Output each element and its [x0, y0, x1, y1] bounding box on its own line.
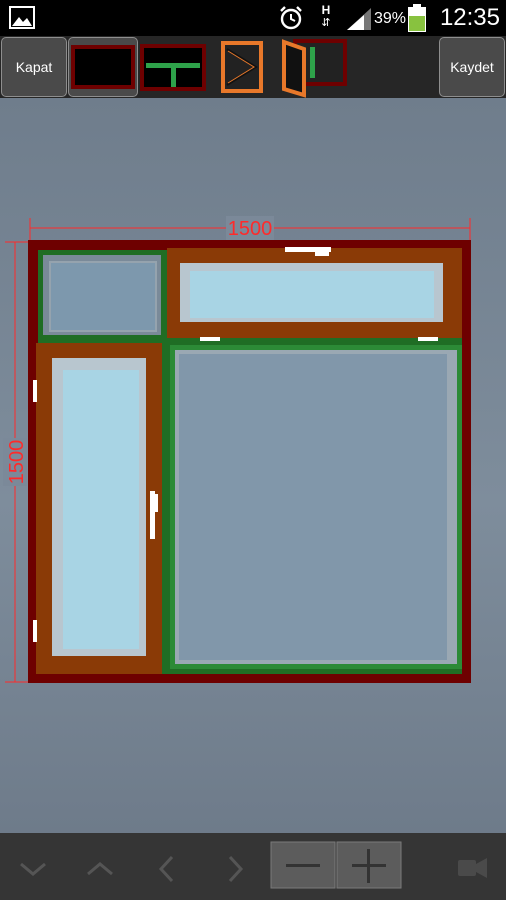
battery-icon	[408, 4, 426, 32]
chevron-up-icon[interactable]	[87, 862, 113, 876]
left-sash[interactable]	[33, 343, 162, 674]
fixed-pane-top-left[interactable]	[43, 255, 161, 335]
close-button[interactable]: Kapat	[1, 37, 67, 97]
mullion-icon	[140, 44, 206, 91]
fixed-pane-large[interactable]	[170, 345, 462, 669]
chevron-left-icon[interactable]	[158, 855, 174, 883]
left-sash-hinge-bottom	[33, 620, 37, 642]
fixed-frame-icon	[71, 45, 135, 89]
width-label: 1500	[228, 218, 273, 240]
clock: 12:35	[439, 4, 500, 31]
height-label: 1500	[6, 440, 28, 485]
alarm-icon	[280, 6, 302, 30]
height-dimension: 1500	[3, 241, 28, 683]
left-sash-hinge-top	[33, 380, 37, 402]
top-sash[interactable]	[167, 247, 462, 341]
top-sash-hinge-right	[418, 337, 438, 341]
zoom-in-button[interactable]	[336, 841, 402, 889]
network-type-label: H	[321, 3, 331, 17]
open-sash-icon	[282, 39, 347, 98]
chevron-right-icon[interactable]	[228, 855, 244, 883]
chevron-down-icon[interactable]	[20, 862, 46, 876]
fixed-frame-tool[interactable]	[68, 37, 138, 97]
top-sash-hinge-left	[200, 337, 220, 341]
mullion-tool[interactable]	[139, 37, 209, 97]
toolbar: Kapat Kaydet	[0, 36, 506, 99]
bottom-navigation-bar	[0, 833, 506, 900]
sash-tool[interactable]	[216, 37, 270, 97]
drawing-canvas[interactable]: 1500 1500	[0, 98, 506, 833]
zoom-out-button[interactable]	[270, 841, 336, 889]
video-icon[interactable]	[458, 858, 487, 878]
data-transfer-icon: H ⇵	[318, 4, 334, 32]
status-bar: H ⇵ 39% 12:35	[0, 0, 506, 36]
sash-icon	[221, 41, 263, 93]
width-dimension: 1500	[29, 216, 471, 240]
zoom-out-icon	[286, 864, 320, 867]
battery-percent: 39%	[374, 10, 407, 27]
signal-icon	[347, 8, 371, 30]
open-sash-tool[interactable]	[278, 37, 348, 98]
save-button[interactable]: Kaydet	[439, 37, 505, 97]
gallery-icon	[9, 6, 35, 29]
